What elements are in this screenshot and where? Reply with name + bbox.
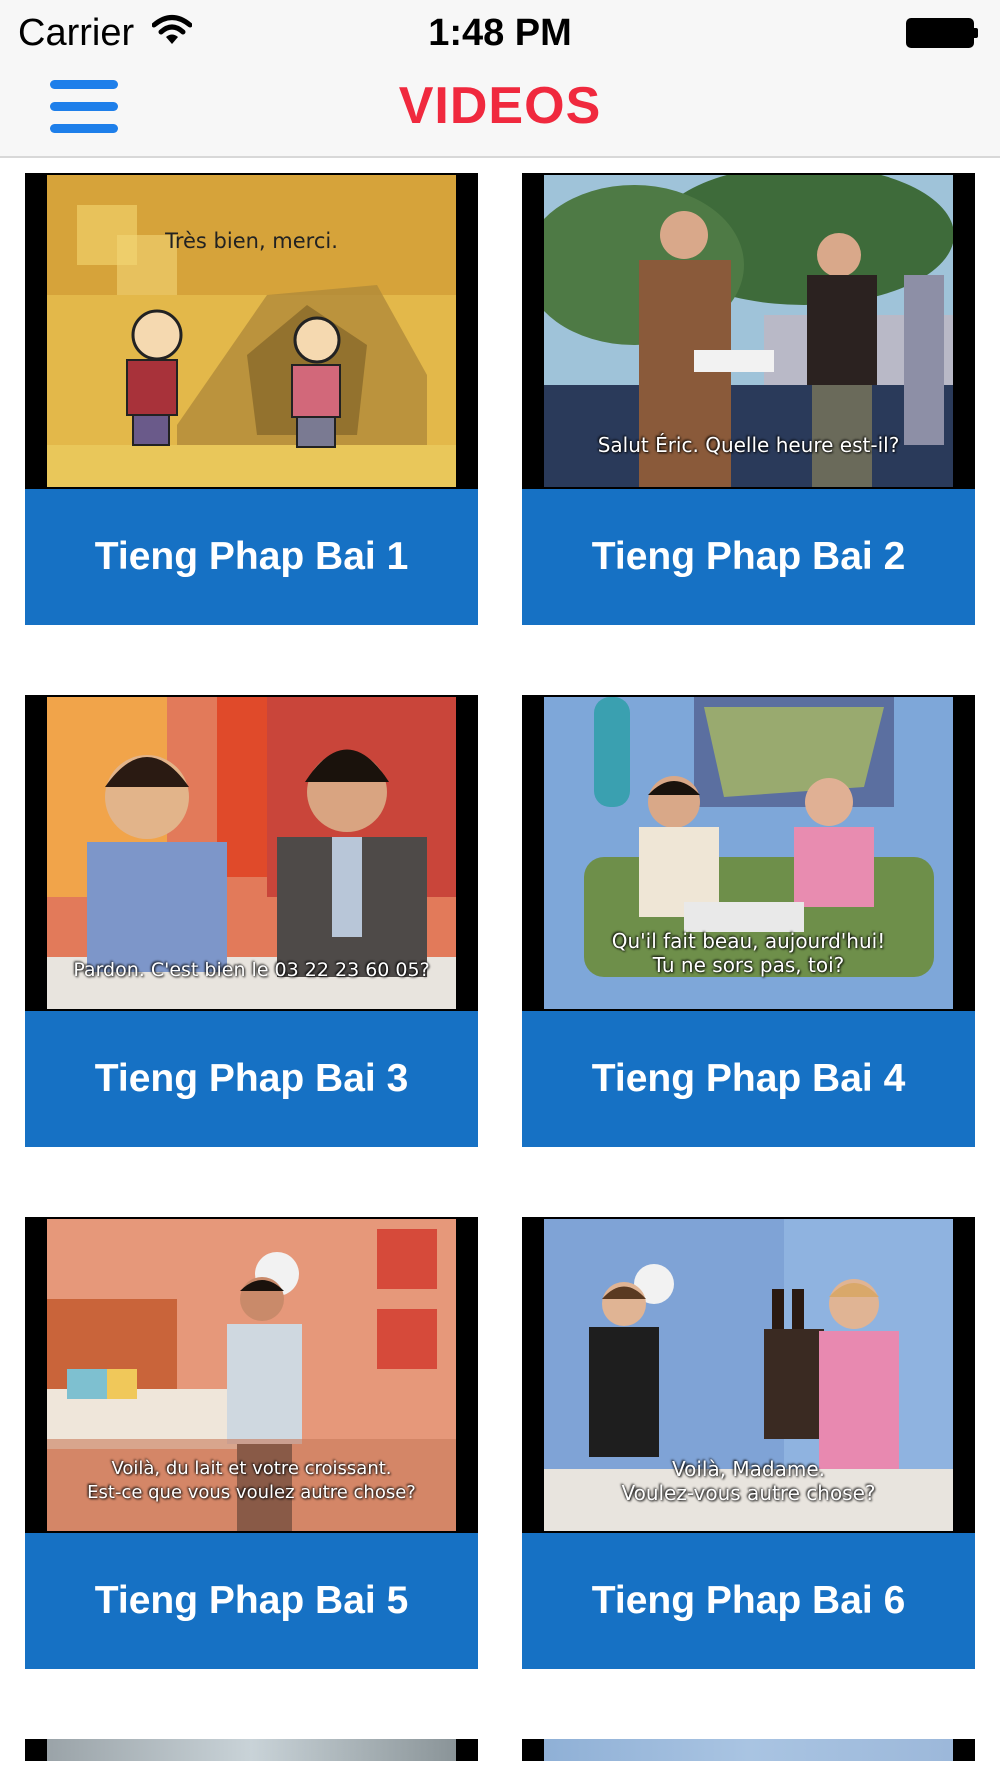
video-title: Tieng Phap Bai 5 [94,1579,409,1622]
video-subtitle: Voilà, Madame. Voulez-vous autre chose? [544,1457,953,1505]
video-title-bar[interactable]: Tieng Phap Bai 6 [522,1533,975,1669]
video-title: Tieng Phap Bai 3 [94,1057,409,1100]
video-card-6[interactable]: Voilà, Madame. Voulez-vous autre chose? … [522,1217,975,1669]
subtitle-line: Salut Éric. Quelle heure est-il? [597,433,900,457]
video-thumbnail[interactable]: Pardon. C'est bien le 03 22 23 60 05? [25,695,478,1011]
subtitle-line: Voulez-vous autre chose? [621,1481,876,1505]
video-grid[interactable]: Très bien, merci. Tieng Phap Bai 1 Salut… [0,158,1000,1778]
clock-time: 1:48 PM [428,12,572,54]
video-subtitle: Très bien, merci. [47,229,456,253]
video-card-2[interactable]: Salut Éric. Quelle heure est-il? Tieng P… [522,173,975,625]
subtitle-line: Est-ce que vous voulez autre chose? [87,1482,416,1503]
subtitle-line: Qu'il fait beau, aujourd'hui! [611,929,886,953]
video-title: Tieng Phap Bai 2 [591,535,906,578]
video-card-partial[interactable] [25,1739,478,1761]
video-thumbnail[interactable]: Voilà, du lait et votre croissant. Est-c… [25,1217,478,1533]
video-title: Tieng Phap Bai 1 [94,535,409,578]
subtitle-line: Très bien, merci. [165,229,338,253]
status-bar: Carrier 1:48 PM [0,0,1000,64]
video-title: Tieng Phap Bai 4 [591,1057,906,1100]
video-subtitle: Salut Éric. Quelle heure est-il? [544,433,953,457]
video-card-3[interactable]: Pardon. C'est bien le 03 22 23 60 05? Ti… [25,695,478,1147]
video-subtitle: Pardon. C'est bien le 03 22 23 60 05? [47,959,456,981]
video-thumbnail[interactable]: Voilà, Madame. Voulez-vous autre chose? [522,1217,975,1533]
video-title: Tieng Phap Bai 6 [591,1579,906,1622]
video-thumbnail[interactable]: Qu'il fait beau, aujourd'hui! Tu ne sors… [522,695,975,1011]
video-title-bar[interactable]: Tieng Phap Bai 4 [522,1011,975,1147]
video-card-5[interactable]: Voilà, du lait et votre croissant. Est-c… [25,1217,478,1669]
battery-icon [906,18,978,48]
subtitle-line: Voilà, du lait et votre croissant. [111,1458,392,1479]
video-title-bar[interactable]: Tieng Phap Bai 5 [25,1533,478,1669]
video-title-bar[interactable]: Tieng Phap Bai 2 [522,489,975,625]
page-title: VIDEOS [398,77,602,135]
video-thumbnail[interactable]: Salut Éric. Quelle heure est-il? [522,173,975,489]
video-thumbnail[interactable]: Très bien, merci. [25,173,478,489]
subtitle-line: Tu ne sors pas, toi? [652,953,845,977]
subtitle-line: Voilà, Madame. [671,1457,826,1481]
video-subtitle: Voilà, du lait et votre croissant. Est-c… [47,1457,456,1505]
subtitle-line: Pardon. C'est bien le 03 22 23 60 05? [73,959,430,981]
video-card-partial[interactable] [522,1739,975,1761]
video-subtitle: Qu'il fait beau, aujourd'hui! Tu ne sors… [544,929,953,977]
video-title-bar[interactable]: Tieng Phap Bai 1 [25,489,478,625]
video-title-bar[interactable]: Tieng Phap Bai 3 [25,1011,478,1147]
video-card-1[interactable]: Très bien, merci. Tieng Phap Bai 1 [25,173,478,625]
video-card-4[interactable]: Qu'il fait beau, aujourd'hui! Tu ne sors… [522,695,975,1147]
navigation-bar: VIDEOS [0,64,1000,158]
